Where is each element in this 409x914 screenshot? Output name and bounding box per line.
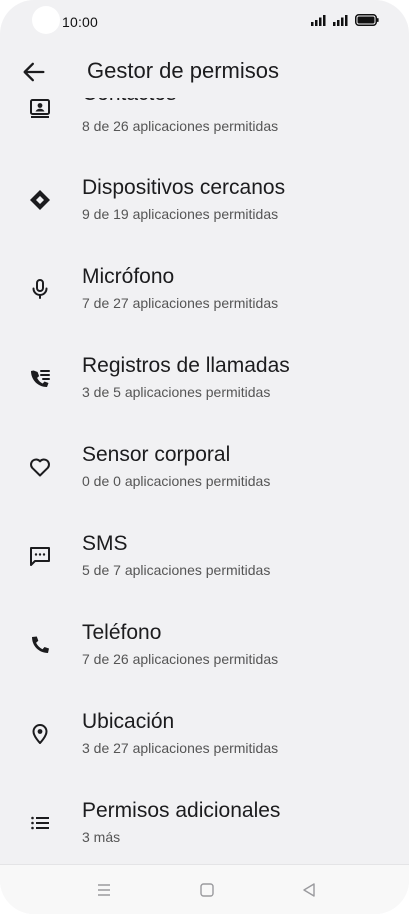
phone-screen: 10:00 Gestor de permisos 8 de 26 aplicac… — [0, 0, 409, 914]
permission-item-location[interactable]: Ubicación 3 de 27 aplicaciones permitida… — [0, 702, 409, 782]
permission-item-sms[interactable]: SMS 5 de 7 aplicaciones permitidas — [0, 524, 409, 604]
permission-item-call-logs[interactable]: Registros de llamadas 3 de 5 aplicacione… — [0, 346, 409, 426]
sms-icon — [30, 547, 50, 566]
signal-icon — [333, 14, 348, 26]
permission-label: Teléfono — [82, 621, 162, 644]
permission-label: Dispositivos cercanos — [82, 176, 286, 199]
permission-item-nearby-devices[interactable]: Dispositivos cercanos 9 de 19 aplicacion… — [0, 168, 409, 248]
permission-label: Permisos adicionales — [82, 799, 281, 822]
permission-summary: 3 de 27 aplicaciones permitidas — [82, 740, 279, 756]
permission-summary: 3 de 5 aplicaciones permitidas — [82, 384, 271, 400]
heart-icon — [30, 458, 50, 477]
back-triangle-icon[interactable] — [300, 881, 318, 899]
permissions-list: Contactos 8 de 26 aplicaciones permitida… — [0, 98, 409, 864]
nearby-devices-icon — [30, 190, 50, 210]
list-icon — [31, 816, 49, 830]
permission-item-microphone[interactable]: Micrófono 7 de 27 aplicaciones permitida… — [0, 257, 409, 337]
permission-label: Sensor corporal — [82, 443, 231, 466]
phone-icon — [32, 636, 49, 653]
permission-label: Contactos — [82, 98, 177, 106]
permission-summary: 8 de 26 aplicaciones permitidas — [82, 118, 279, 134]
page-title: Gestor de permisos — [87, 58, 279, 83]
microphone-icon — [32, 279, 48, 299]
permission-summary: 7 de 26 aplicaciones permitidas — [82, 651, 279, 667]
permission-summary: 0 de 0 aplicaciones permitidas — [82, 473, 271, 489]
permission-label: Ubicación — [82, 710, 175, 733]
location-icon — [32, 724, 48, 744]
contacts-icon — [30, 99, 50, 118]
permission-label: Registros de llamadas — [82, 354, 290, 377]
permission-summary: 3 más — [82, 829, 121, 845]
signal-icon — [311, 14, 326, 26]
arrow-back-icon[interactable] — [20, 58, 48, 86]
home-square-icon[interactable] — [198, 881, 216, 899]
navigation-bar — [0, 864, 409, 914]
permission-label: SMS — [82, 532, 128, 555]
permission-item-contacts[interactable]: Contactos 8 de 26 aplicaciones permitida… — [0, 98, 409, 152]
permission-item-additional[interactable]: Permisos adicionales 3 más — [0, 791, 409, 864]
menu-icon[interactable] — [95, 881, 113, 899]
permission-summary: 7 de 27 aplicaciones permitidas — [82, 295, 279, 311]
call-log-icon — [31, 370, 50, 387]
permission-label: Micrófono — [82, 265, 175, 288]
status-bar: 10:00 — [0, 0, 409, 46]
status-time: 10:00 — [62, 14, 99, 30]
battery-icon — [355, 14, 379, 26]
permission-item-phone[interactable]: Teléfono 7 de 26 aplicaciones permitidas — [0, 613, 409, 693]
permission-summary: 9 de 19 aplicaciones permitidas — [82, 206, 279, 222]
permission-summary: 5 de 7 aplicaciones permitidas — [82, 562, 271, 578]
system-icons — [311, 14, 379, 26]
permission-item-body-sensor[interactable]: Sensor corporal 0 de 0 aplicaciones perm… — [0, 435, 409, 515]
camera-cutout — [32, 6, 60, 34]
app-bar: Gestor de permisos — [0, 46, 409, 98]
